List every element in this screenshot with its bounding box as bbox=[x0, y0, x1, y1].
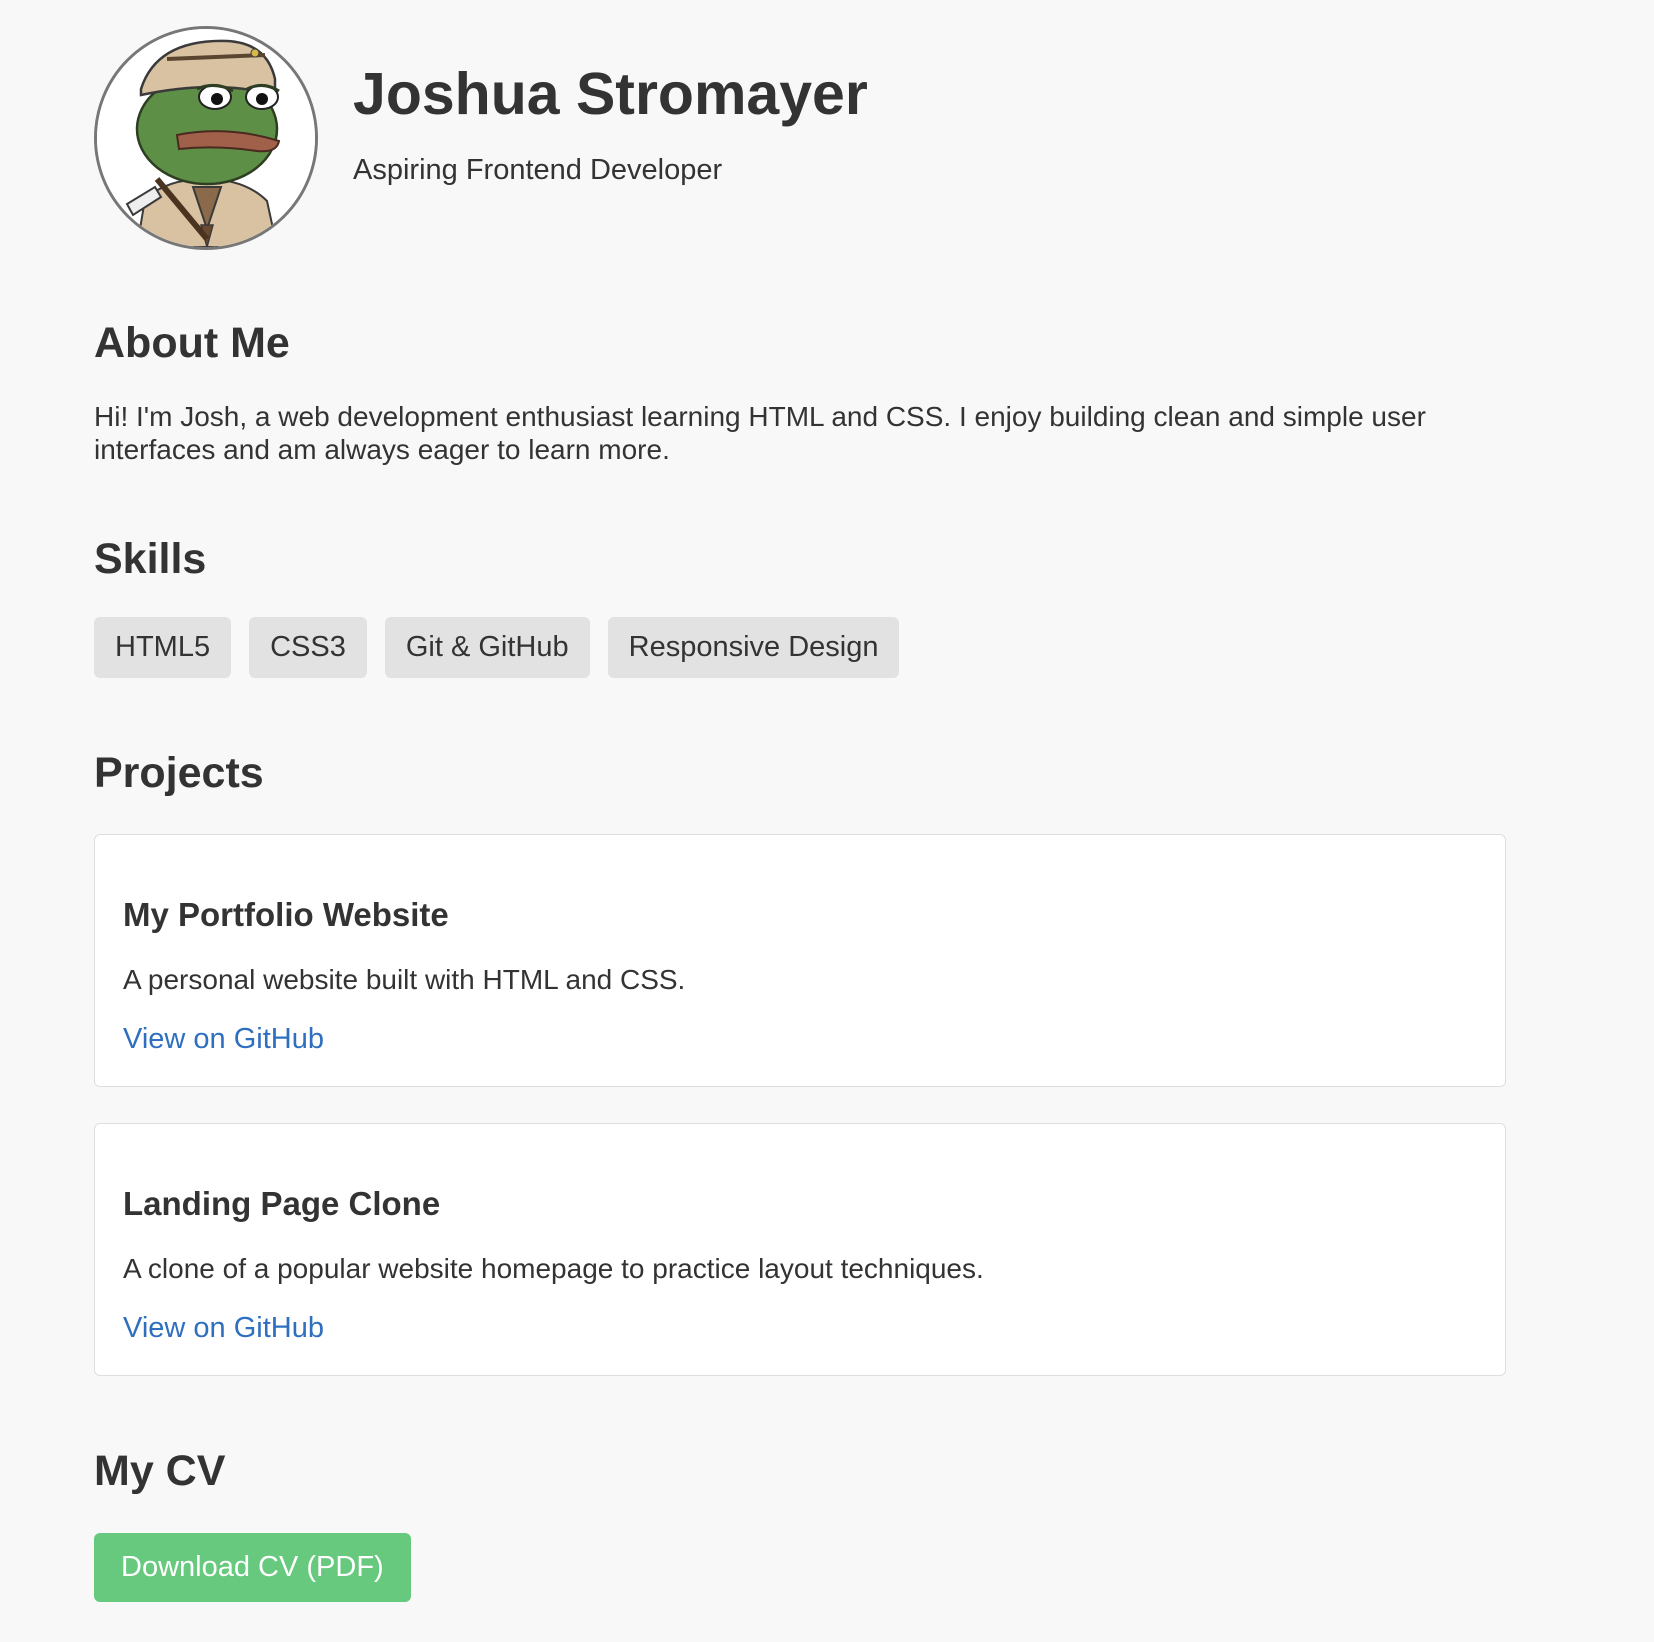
download-cv-button[interactable]: Download CV (PDF) bbox=[94, 1533, 411, 1603]
project-card: My Portfolio Website A personal website … bbox=[94, 833, 1506, 1087]
about-section: About Me Hi! I'm Josh, a web development… bbox=[94, 318, 1534, 466]
skill-list: HTML5 CSS3 Git & GitHub Responsive Desig… bbox=[94, 617, 1534, 679]
project-description: A clone of a popular website homepage to… bbox=[123, 1253, 984, 1285]
profile-header: Joshua Stromayer Aspiring Frontend Devel… bbox=[94, 0, 1534, 250]
project-title: My Portfolio Website bbox=[123, 895, 449, 933]
skill-chip-git-github: Git & GitHub bbox=[384, 617, 590, 679]
skill-chip-html5: HTML5 bbox=[94, 617, 232, 679]
header-text: Joshua Stromayer Aspiring Frontend Devel… bbox=[353, 26, 868, 188]
about-text: Hi! I'm Josh, a web development enthusia… bbox=[94, 400, 1426, 465]
project-list: My Portfolio Website A personal website … bbox=[94, 833, 1534, 1376]
frog-avatar-icon bbox=[97, 29, 315, 247]
project-github-link[interactable]: View on GitHub bbox=[123, 1023, 324, 1056]
skill-chip-css3: CSS3 bbox=[249, 617, 367, 679]
project-title: Landing Page Clone bbox=[123, 1184, 441, 1222]
profile-tagline: Aspiring Frontend Developer bbox=[353, 153, 723, 186]
projects-section: Projects My Portfolio Website A personal… bbox=[94, 748, 1534, 1376]
project-card: Landing Page Clone A clone of a popular … bbox=[94, 1122, 1506, 1376]
cv-section: My CV Download CV (PDF) bbox=[94, 1446, 1534, 1603]
profile-name: Joshua Stromayer bbox=[353, 61, 868, 127]
skills-title: Skills bbox=[94, 534, 207, 583]
about-title: About Me bbox=[94, 319, 290, 367]
page: Joshua Stromayer Aspiring Frontend Devel… bbox=[0, 0, 1534, 1603]
projects-title: Projects bbox=[94, 749, 264, 798]
project-github-link[interactable]: View on GitHub bbox=[123, 1312, 324, 1345]
cv-title: My CV bbox=[94, 1446, 226, 1495]
project-description: A personal website built with HTML and C… bbox=[123, 964, 686, 996]
avatar bbox=[94, 26, 318, 250]
skill-chip-responsive-design: Responsive Design bbox=[607, 617, 900, 679]
skills-section: Skills HTML5 CSS3 Git & GitHub Responsiv… bbox=[94, 534, 1534, 679]
